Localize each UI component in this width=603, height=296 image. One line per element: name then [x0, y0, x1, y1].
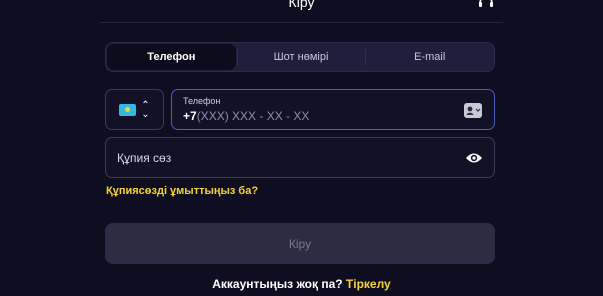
tab-phone[interactable]: Телефон: [107, 44, 236, 70]
phone-prefix: +7: [183, 109, 197, 123]
login-button[interactable]: Кіру: [105, 223, 495, 264]
login-method-tabs: Телефон Шот нөмірі E-mail: [105, 42, 495, 72]
page-title: Кіру: [288, 0, 315, 10]
password-field[interactable]: Құпия сөз: [105, 137, 495, 178]
country-code-select[interactable]: ⌃ ⌄: [105, 89, 164, 130]
eye-icon[interactable]: [465, 151, 483, 165]
support-headset-icon[interactable]: [477, 0, 495, 10]
forgot-password-link[interactable]: Құпиясөзді ұмыттыңыз ба?: [106, 185, 258, 197]
signup-link[interactable]: Тіркелу: [346, 277, 391, 291]
tab-email[interactable]: E-mail: [365, 43, 494, 71]
login-page: Кіру Телефон Шот нөмірі E-mail ⌃ ⌄ Телефо…: [0, 0, 603, 296]
phone-input[interactable]: +7(XXX) XXX - XX - XX: [183, 109, 309, 123]
contacts-icon[interactable]: [464, 103, 482, 118]
tab-account-number[interactable]: Шот нөмірі: [236, 43, 366, 71]
phone-mask-placeholder: (XXX) XXX - XX - XX: [196, 109, 310, 123]
signup-question: Аккаунтыңыз жоқ па?: [212, 277, 343, 291]
phone-field[interactable]: Телефон +7(XXX) XXX - XX - XX: [171, 89, 495, 130]
signup-row: Аккаунтыңыз жоқ па? Тіркелу: [0, 277, 603, 291]
chevron-updown-icon: ⌃ ⌄: [141, 99, 150, 120]
kazakhstan-flag-icon: [119, 103, 137, 116]
password-input[interactable]: Құпия сөз: [117, 151, 171, 165]
header: Кіру: [100, 0, 503, 23]
phone-field-label: Телефон: [183, 96, 221, 106]
